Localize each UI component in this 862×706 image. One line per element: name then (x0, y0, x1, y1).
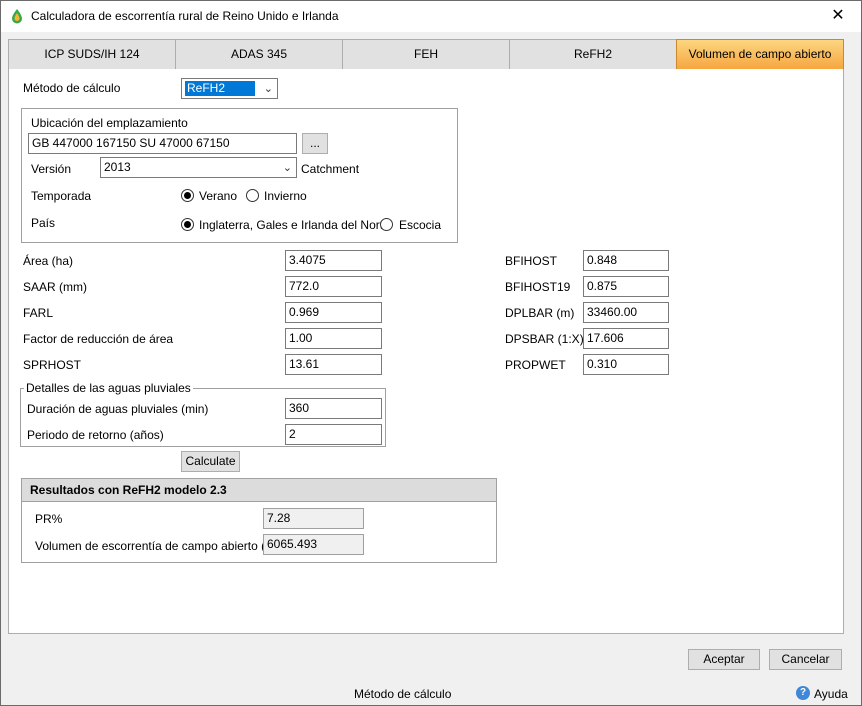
version-label: Versión (31, 162, 72, 176)
dialog-window: Calculadora de escorrentía rural de Rein… (0, 0, 862, 706)
param-dpsbar-label: DPSBAR (1:X) (505, 332, 584, 346)
chevron-down-icon: ⌄ (263, 83, 273, 95)
country-scotland-radio[interactable] (380, 218, 393, 231)
country-england-radio[interactable] (181, 218, 194, 231)
param-sprhost-label: SPRHOST (23, 358, 82, 372)
ok-button[interactable]: Aceptar (688, 649, 760, 670)
tab-refh2[interactable]: ReFH2 (509, 39, 677, 70)
rainfall-duration-label: Duración de aguas pluviales (min) (27, 402, 209, 416)
tab-icp-suds[interactable]: ICP SUDS/IH 124 (8, 39, 176, 70)
volume-label: Volumen de escorrentía de campo abierto … (35, 539, 284, 553)
season-summer-label: Verano (199, 189, 238, 203)
chevron-down-icon: ⌄ (282, 162, 292, 174)
browse-button[interactable]: ... (302, 133, 328, 154)
method-select[interactable]: ReFH2 ⌄ (181, 78, 278, 99)
param-farl-label: FARL (23, 306, 54, 320)
pr-label: PR% (35, 512, 63, 526)
param-arf-label: Factor de reducción de área (23, 332, 174, 346)
param-bfihost-label: BFIHOST (505, 254, 558, 268)
season-winter-label: Invierno (264, 189, 307, 203)
window-title: Calculadora de escorrentía rural de Rein… (31, 9, 339, 23)
volume-output: 6065.493 (263, 534, 364, 555)
pr-output: 7.28 (263, 508, 364, 529)
grid-reference-input[interactable]: GB 447000 167150 SU 47000 67150 (28, 133, 297, 154)
param-dplbar-label: DPLBAR (m) (505, 306, 575, 320)
rainfall-caption: Detalles de las aguas pluviales (24, 381, 193, 395)
param-propwet-input[interactable]: 0.310 (583, 354, 669, 375)
method-select-value: ReFH2 (185, 81, 255, 96)
param-area-input[interactable]: 3.4075 (285, 250, 382, 271)
site-location-caption: Ubicación del emplazamiento (31, 116, 188, 130)
param-bfihost-input[interactable]: 0.848 (583, 250, 669, 271)
param-dpsbar-input[interactable]: 17.606 (583, 328, 669, 349)
param-arf-input[interactable]: 1.00 (285, 328, 382, 349)
cancel-button[interactable]: Cancelar (769, 649, 842, 670)
param-saar-label: SAAR (mm) (23, 280, 87, 294)
param-sprhost-input[interactable]: 13.61 (285, 354, 382, 375)
param-farl-input[interactable]: 0.969 (285, 302, 382, 323)
catchment-label: Catchment (301, 162, 360, 176)
version-select-value: 2013 (104, 160, 131, 174)
param-area-label: Área (ha) (23, 254, 74, 268)
results-header: Resultados con ReFH2 modelo 2.3 (21, 478, 497, 502)
title-bar: Calculadora de escorrentía rural de Rein… (1, 1, 861, 32)
country-scotland-label: Escocia (399, 218, 442, 232)
return-period-label: Periodo de retorno (años) (27, 428, 164, 442)
help-icon[interactable]: ? (796, 686, 810, 700)
tab-adas-345[interactable]: ADAS 345 (175, 39, 343, 70)
close-icon[interactable]: ✕ (815, 1, 861, 32)
method-label: Método de cálculo (23, 81, 121, 95)
help-link[interactable]: Ayuda (814, 687, 848, 701)
return-period-input[interactable]: 2 (285, 424, 382, 445)
season-summer-radio[interactable] (181, 189, 194, 202)
country-england-label: Inglaterra, Gales e Irlanda del Norte (199, 218, 390, 232)
water-drop-icon (12, 9, 22, 24)
status-text: Método de cálculo (354, 687, 452, 701)
tab-feh[interactable]: FEH (342, 39, 510, 70)
rainfall-duration-input[interactable]: 360 (285, 398, 382, 419)
param-bfihost19-label: BFIHOST19 (505, 280, 571, 294)
param-propwet-label: PROPWET (505, 358, 566, 372)
country-label: País (31, 216, 56, 230)
calculate-button[interactable]: Calculate (181, 451, 240, 472)
tab-strip: ICP SUDS/IH 124 ADAS 345 FEH ReFH2 Volum… (8, 39, 844, 70)
param-bfihost19-input[interactable]: 0.875 (583, 276, 669, 297)
results-box (21, 501, 497, 563)
param-dplbar-input[interactable]: 33460.00 (583, 302, 669, 323)
param-saar-input[interactable]: 772.0 (285, 276, 382, 297)
season-label: Temporada (31, 189, 92, 203)
season-winter-radio[interactable] (246, 189, 259, 202)
version-select[interactable]: 2013 ⌄ (100, 157, 297, 178)
tab-volumen-campo-abierto[interactable]: Volumen de campo abierto (676, 39, 844, 70)
